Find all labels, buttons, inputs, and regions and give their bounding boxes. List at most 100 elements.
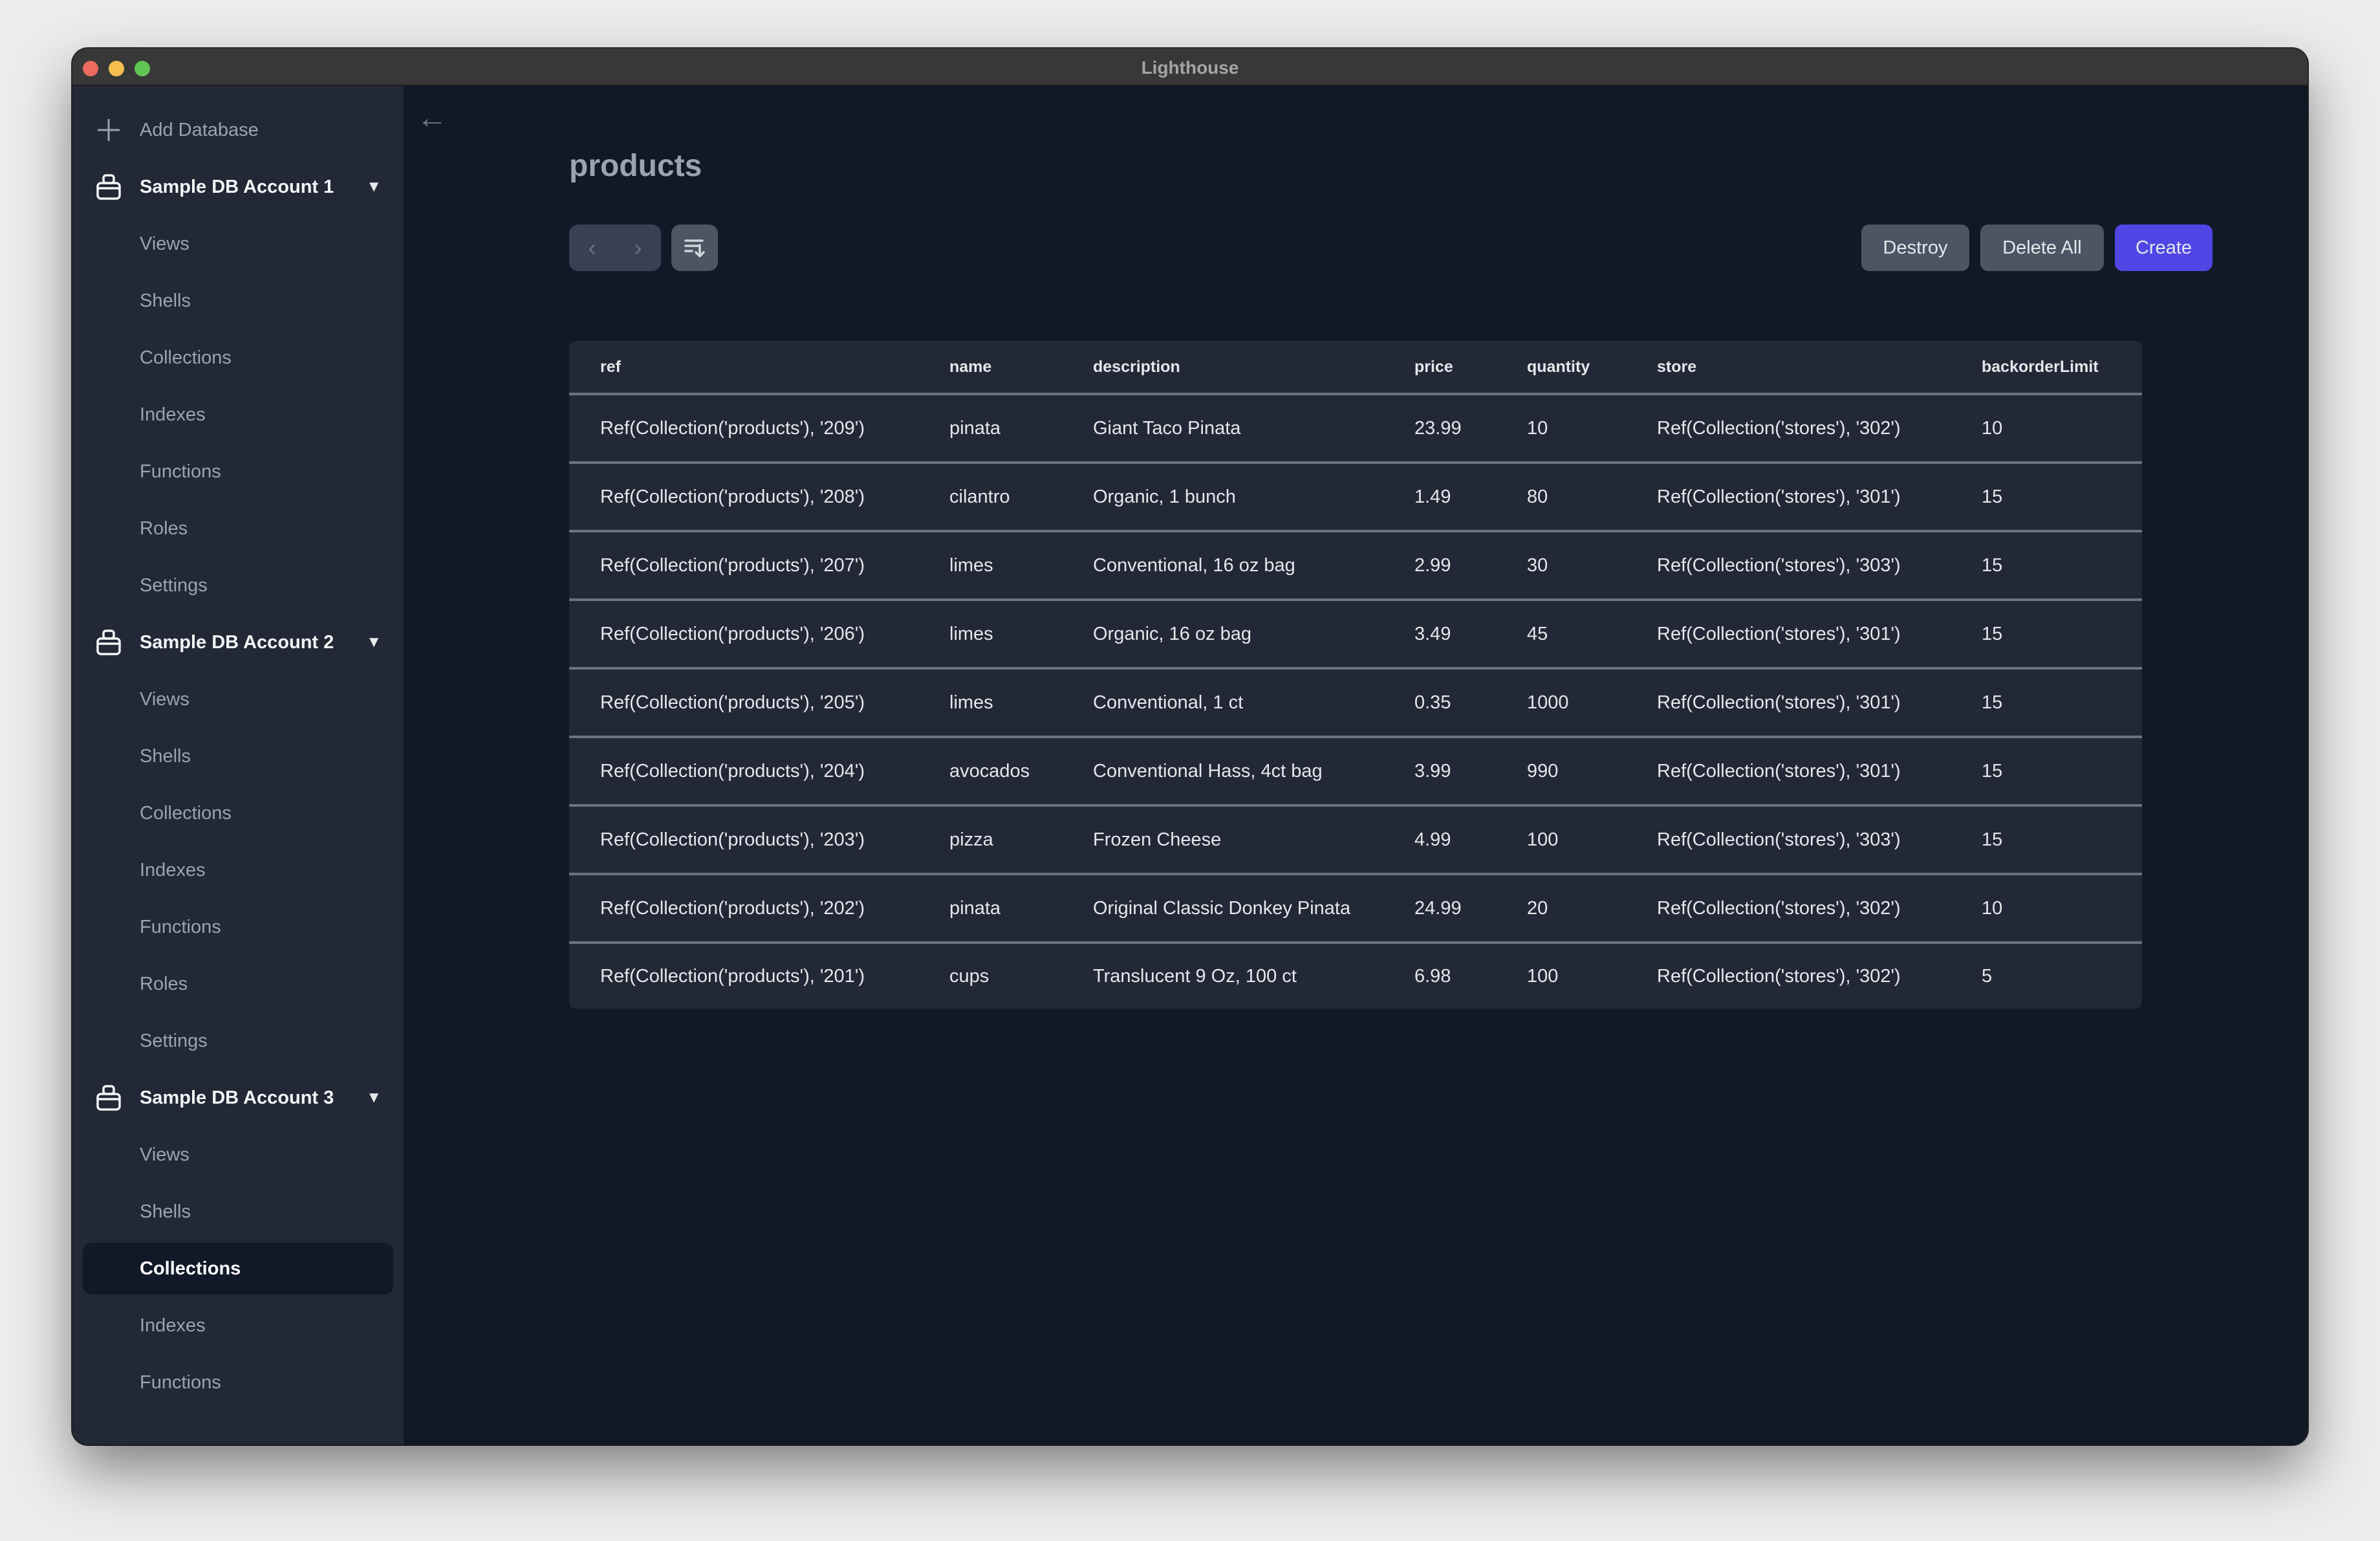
table-row[interactable]: Ref(Collection('products'), '208') cilant… bbox=[569, 463, 2142, 532]
sidebar-item-label: Roles bbox=[140, 973, 188, 994]
sidebar-item-indexes[interactable]: Indexes bbox=[83, 1300, 393, 1351]
sidebar-item-shells[interactable]: Shells bbox=[83, 1186, 393, 1238]
cell-quantity: 10 bbox=[1496, 394, 1626, 464]
cell-price: 3.99 bbox=[1383, 737, 1496, 807]
sidebar-item-settings[interactable]: Settings bbox=[83, 1015, 393, 1067]
sidebar-item-collections[interactable]: Collections bbox=[83, 1243, 393, 1295]
sidebar-item-roles[interactable]: Roles bbox=[83, 503, 393, 554]
cell-description: Conventional, 1 ct bbox=[1062, 668, 1383, 738]
cell-store: Ref(Collection('stores'), '303') bbox=[1626, 531, 1951, 601]
cell-backorderlimit: 15 bbox=[1951, 463, 2142, 532]
sidebar-item-views[interactable]: Views bbox=[83, 673, 393, 725]
sidebar-item-collections[interactable]: Collections bbox=[83, 787, 393, 839]
sidebar-item-label: Roles bbox=[140, 518, 188, 539]
sidebar-item-label: Indexes bbox=[140, 859, 206, 880]
cell-store: Ref(Collection('stores'), '303') bbox=[1626, 805, 1951, 875]
create-button[interactable]: Create bbox=[2115, 224, 2212, 271]
cell-ref: Ref(Collection('products'), '207') bbox=[569, 531, 918, 601]
cell-quantity: 100 bbox=[1527, 965, 1559, 987]
cell-backorderlimit: 15 bbox=[1951, 737, 2142, 807]
cell-name: cilantro bbox=[918, 463, 1062, 532]
cell-name: limes bbox=[918, 600, 1062, 670]
cell-name: cups bbox=[949, 965, 990, 987]
cell-description: Conventional, 16 oz bag bbox=[1062, 531, 1383, 601]
sidebar-account-2[interactable]: Sample DB Account 2 ▼ bbox=[83, 617, 393, 668]
table-row[interactable]: Ref(Collection('products'), '201') cups Tr… bbox=[569, 943, 2142, 1009]
sidebar-item-label: Functions bbox=[140, 916, 221, 937]
cell-price: 0.35 bbox=[1383, 668, 1496, 738]
sidebar-item-label: Views bbox=[140, 688, 189, 710]
sidebar-item-indexes[interactable]: Indexes bbox=[83, 844, 393, 896]
sidebar-account-1[interactable]: Sample DB Account 1 ▼ bbox=[83, 161, 393, 213]
destroy-button[interactable]: Destroy bbox=[1861, 224, 1969, 271]
cell-store: Ref(Collection('stores'), '302') bbox=[1657, 965, 1901, 987]
cell-name: pizza bbox=[918, 805, 1062, 875]
title-bar: Lighthouse bbox=[72, 49, 2308, 86]
table-row[interactable]: Ref(Collection('products'), '202') pinata… bbox=[569, 874, 2142, 944]
back-arrow-icon[interactable]: ← bbox=[416, 100, 448, 136]
table-row[interactable]: Ref(Collection('products'), '206') limes O… bbox=[569, 600, 2142, 670]
sidebar-item-shells[interactable]: Shells bbox=[83, 275, 393, 327]
delete-all-button[interactable]: Delete All bbox=[1980, 224, 2104, 271]
caret-down-icon[interactable]: ▼ bbox=[366, 633, 382, 651]
sidebar-item-label: Collections bbox=[140, 1258, 241, 1279]
cell-ref: Ref(Collection('products'), '206') bbox=[569, 600, 918, 670]
cell-backorderlimit: 10 bbox=[1951, 394, 2142, 464]
cell-store: Ref(Collection('stores'), '301') bbox=[1626, 600, 1951, 670]
cell-quantity: 30 bbox=[1496, 531, 1626, 601]
sidebar-item-views[interactable]: Views bbox=[83, 1129, 393, 1181]
sidebar-item-label: Collections bbox=[140, 347, 232, 368]
sort-descending-icon bbox=[684, 239, 705, 257]
main-content: ← products ‹ › Destroy Delete All Create… bbox=[404, 86, 2308, 1445]
sidebar-item-settings[interactable]: Settings bbox=[83, 560, 393, 611]
table-row[interactable]: Ref(Collection('products'), '207') limes C… bbox=[569, 531, 2142, 601]
column-header-description[interactable]: description bbox=[1062, 341, 1383, 395]
cell-ref: Ref(Collection('products'), '201') bbox=[600, 965, 865, 987]
sidebar-item-collections[interactable]: Collections bbox=[83, 332, 393, 384]
cell-price: 6.98 bbox=[1414, 965, 1451, 987]
caret-down-icon[interactable]: ▼ bbox=[366, 1089, 382, 1107]
sort-button[interactable] bbox=[671, 224, 718, 271]
pagination: ‹ › bbox=[569, 224, 661, 271]
table-row[interactable]: Ref(Collection('products'), '205') limes C… bbox=[569, 668, 2142, 738]
column-header-quantity[interactable]: quantity bbox=[1496, 341, 1626, 395]
sidebar-item-label: Shells bbox=[140, 290, 191, 311]
sidebar-account-3[interactable]: Sample DB Account 3 ▼ bbox=[83, 1072, 393, 1124]
cell-ref: Ref(Collection('products'), '202') bbox=[569, 874, 918, 944]
sidebar-item-label: Functions bbox=[140, 1372, 221, 1393]
sidebar-item-indexes[interactable]: Indexes bbox=[83, 389, 393, 441]
sidebar-item-functions[interactable]: Functions bbox=[83, 901, 393, 953]
table-row[interactable]: Ref(Collection('products'), '209') pinata… bbox=[569, 394, 2142, 464]
column-header-backorderlimit[interactable]: backorderLimit bbox=[1951, 341, 2142, 395]
cell-price: 2.99 bbox=[1383, 531, 1496, 601]
sidebar-item-functions[interactable]: Functions bbox=[83, 1357, 393, 1408]
column-header-store[interactable]: store bbox=[1626, 341, 1951, 395]
column-header-price[interactable]: price bbox=[1383, 341, 1496, 395]
table-row[interactable]: Ref(Collection('products'), '203') pizza F… bbox=[569, 805, 2142, 875]
cell-quantity: 45 bbox=[1496, 600, 1626, 670]
cell-quantity: 80 bbox=[1496, 463, 1626, 532]
cell-description: Organic, 16 oz bag bbox=[1062, 600, 1383, 670]
cell-store: Ref(Collection('stores'), '301') bbox=[1626, 463, 1951, 532]
column-header-ref[interactable]: ref bbox=[569, 341, 918, 395]
cell-backorderlimit: 5 bbox=[1982, 965, 1993, 987]
cell-backorderlimit: 10 bbox=[1951, 874, 2142, 944]
documents-table: ref name description price quantity store back… bbox=[569, 341, 2142, 1009]
cell-store: Ref(Collection('stores'), '301') bbox=[1626, 737, 1951, 807]
add-database-button[interactable]: Add Database bbox=[83, 104, 393, 156]
cell-ref: Ref(Collection('products'), '208') bbox=[569, 463, 918, 532]
sidebar-item-label: Shells bbox=[140, 1201, 191, 1222]
sidebar-item-label: Functions bbox=[140, 461, 221, 482]
sidebar-item-views[interactable]: Views bbox=[83, 218, 393, 270]
sidebar-item-functions[interactable]: Functions bbox=[83, 446, 393, 497]
cell-price: 23.99 bbox=[1383, 394, 1496, 464]
sidebar-item-roles[interactable]: Roles bbox=[83, 958, 393, 1010]
chevron-left-icon[interactable]: ‹ bbox=[569, 224, 615, 271]
cell-backorderlimit: 15 bbox=[1951, 805, 2142, 875]
column-header-name[interactable]: name bbox=[918, 341, 1062, 395]
table-row[interactable]: Ref(Collection('products'), '204') avocad… bbox=[569, 737, 2142, 807]
caret-down-icon[interactable]: ▼ bbox=[366, 178, 382, 196]
sidebar-item-shells[interactable]: Shells bbox=[83, 730, 393, 782]
cell-description: Frozen Cheese bbox=[1062, 805, 1383, 875]
chevron-right-icon[interactable]: › bbox=[615, 224, 661, 271]
